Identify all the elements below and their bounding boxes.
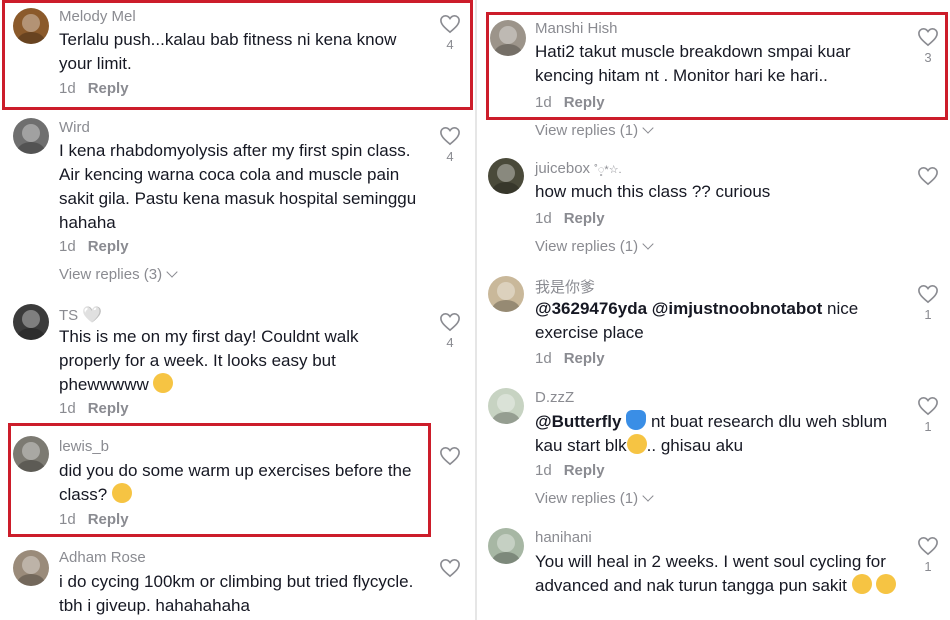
- view-replies-label: View replies (1): [535, 122, 639, 139]
- grinning-sweat-emoji: [876, 574, 897, 594]
- like-button[interactable]: 1: [916, 536, 940, 574]
- like-button[interactable]: [916, 166, 940, 186]
- comment-text: how much this class ?? curious: [535, 182, 771, 201]
- highlight-box: [486, 12, 948, 120]
- comment-time: 1d: [59, 238, 76, 255]
- heart-icon: [440, 446, 460, 466]
- comment-username[interactable]: Adham Rose: [59, 549, 146, 566]
- comment-item: Adham Rose i do cycing 100km or climbing…: [0, 542, 475, 620]
- comment-meta: 1d Reply: [535, 462, 605, 479]
- like-count: 4: [446, 149, 454, 164]
- like-button[interactable]: [438, 446, 462, 469]
- reply-button[interactable]: Reply: [564, 462, 605, 479]
- heart-icon: [918, 396, 938, 416]
- like-count: 4: [446, 335, 454, 350]
- comment-text-body: .. ghisau aku: [646, 436, 744, 455]
- crying-face-emoji: [851, 574, 872, 594]
- comment-time: 1d: [535, 462, 552, 479]
- comment-username[interactable]: Wird: [59, 119, 90, 136]
- like-button[interactable]: 1: [916, 396, 940, 434]
- heart-icon: [918, 536, 938, 556]
- like-button[interactable]: [438, 558, 462, 578]
- comment-username[interactable]: D.zzZ: [535, 389, 574, 406]
- comment-item: 我是你爹 @3629476yda @imjustnoobnotabot nice…: [477, 270, 950, 378]
- butterfly-emoji: [626, 410, 647, 430]
- comment-text: This is me on my first day! Couldnt walk…: [59, 325, 379, 397]
- comment-meta: 1d Reply: [59, 238, 129, 255]
- view-replies-button[interactable]: View replies (1): [535, 122, 654, 139]
- comment-item: hanihani You will heal in 2 weeks. I wen…: [477, 524, 950, 620]
- left-comment-column: Melody Mel Terlalu push...kalau bab fitn…: [0, 0, 475, 620]
- white-heart-icon: 🤍: [82, 307, 103, 324]
- avatar[interactable]: [488, 388, 524, 424]
- comment-username[interactable]: TS 🤍: [59, 305, 102, 325]
- chevron-down-icon: [642, 122, 654, 134]
- chevron-down-icon: [642, 490, 654, 502]
- view-replies-button[interactable]: View replies (3): [59, 266, 178, 283]
- avatar[interactable]: [13, 304, 49, 340]
- comment-username-text: juicebox: [535, 160, 591, 177]
- mention-link[interactable]: @imjustnoobnotabot: [652, 299, 823, 318]
- reply-button[interactable]: Reply: [564, 210, 605, 227]
- comment-text-body: You will heal in 2 weeks. I went soul cy…: [535, 552, 886, 595]
- avatar[interactable]: [488, 528, 524, 564]
- comment-meta: 1d Reply: [535, 210, 605, 227]
- comment-text: You will heal in 2 weeks. I went soul cy…: [535, 550, 903, 598]
- comment-text: @Butterfly nt buat research dlu weh sblu…: [535, 410, 905, 458]
- heart-icon: [440, 558, 460, 578]
- heart-icon: [918, 284, 938, 304]
- highlight-box: [2, 0, 473, 110]
- heart-icon: [440, 312, 460, 332]
- like-button[interactable]: 4: [438, 312, 462, 350]
- view-replies-button[interactable]: View replies (1): [535, 490, 654, 507]
- avatar[interactable]: [488, 158, 524, 194]
- view-replies-label: View replies (1): [535, 490, 639, 507]
- like-button[interactable]: 1: [916, 284, 940, 322]
- comment-item: D.zzZ @Butterfly nt buat research dlu we…: [477, 384, 950, 514]
- comment-meta: 1d Reply: [59, 400, 129, 417]
- comment-username[interactable]: hanihani: [535, 529, 592, 546]
- chevron-down-icon: [642, 238, 654, 250]
- comment-text-body: This is me on my first day! Couldnt walk…: [59, 327, 359, 394]
- grinning-sweat-emoji: [153, 373, 174, 393]
- reply-button[interactable]: Reply: [564, 350, 605, 367]
- chevron-down-icon: [166, 266, 178, 278]
- right-comment-column: Manshi Hish Hati2 takut muscle breakdown…: [477, 0, 950, 620]
- reply-button[interactable]: Reply: [88, 400, 129, 417]
- avatar[interactable]: [13, 550, 49, 586]
- username-decoration: ˚◌̥*☆.: [594, 164, 622, 176]
- comment-item: juicebox ˚◌̥*☆. how much this class ?? c…: [477, 152, 950, 262]
- like-count: 1: [924, 559, 932, 574]
- comment-item: Wird I kena rhabdomyolysis after my firs…: [0, 112, 475, 292]
- heart-icon: [440, 126, 460, 146]
- comment-text: I kena rhabdomyolysis after my first spi…: [59, 141, 417, 232]
- reply-button[interactable]: Reply: [88, 238, 129, 255]
- avatar[interactable]: [13, 118, 49, 154]
- like-button[interactable]: 4: [438, 126, 462, 164]
- grinning-sweat-emoji: [626, 434, 647, 454]
- comment-username[interactable]: juicebox ˚◌̥*☆.: [535, 160, 622, 177]
- comment-time: 1d: [535, 350, 552, 367]
- like-count: 1: [924, 419, 932, 434]
- comment-meta: 1d Reply: [535, 350, 605, 367]
- mention-link[interactable]: @3629476yda: [535, 299, 647, 318]
- highlight-box: [8, 423, 431, 537]
- view-replies-label: View replies (3): [59, 266, 163, 283]
- comment-username[interactable]: 我是你爹: [535, 276, 595, 297]
- avatar[interactable]: [488, 276, 524, 312]
- view-replies-label: View replies (1): [535, 238, 639, 255]
- heart-icon: [918, 166, 938, 186]
- comment-time: 1d: [59, 400, 76, 417]
- comment-text: @3629476yda @imjustnoobnotabot nice exer…: [535, 297, 885, 345]
- comment-item: TS 🤍 This is me on my first day! Couldnt…: [0, 298, 475, 423]
- comment-time: 1d: [535, 210, 552, 227]
- comment-text: i do cycing 100km or climbing but tried …: [59, 572, 414, 615]
- view-replies-button[interactable]: View replies (1): [535, 238, 654, 255]
- comment-username-text: TS: [59, 307, 79, 324]
- like-count: 1: [924, 307, 932, 322]
- mention-link[interactable]: @Butterfly: [535, 412, 621, 431]
